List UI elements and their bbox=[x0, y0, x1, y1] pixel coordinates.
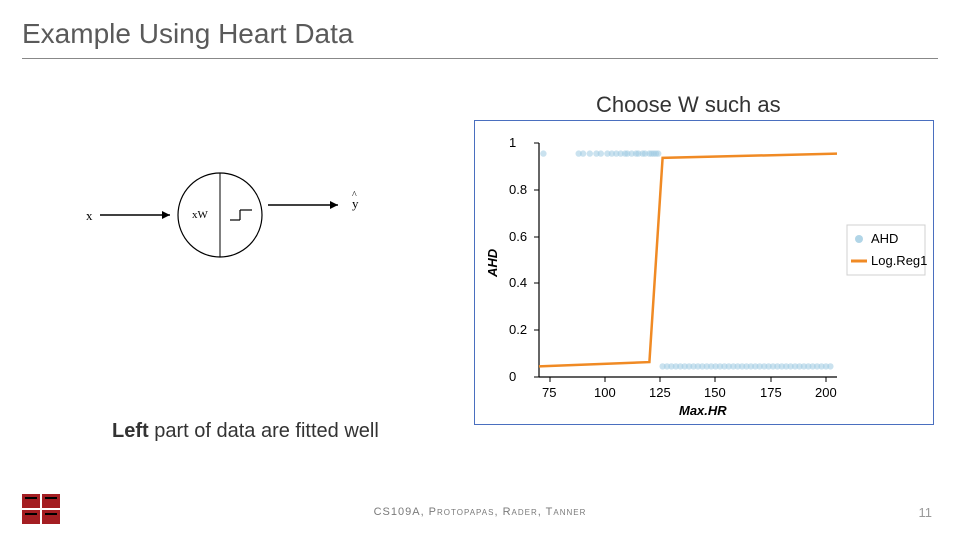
ytick-2: 0.4 bbox=[509, 275, 527, 290]
legend-label-2: Log.Reg1 bbox=[871, 253, 927, 268]
ytick-5: 1 bbox=[509, 135, 516, 150]
plot-highlight-frame: 0 0.2 0.4 0.6 0.8 1 75 100 125 150 175 2… bbox=[474, 120, 934, 425]
xtick-0: 75 bbox=[542, 385, 556, 400]
ytick-1: 0.2 bbox=[509, 322, 527, 337]
page-number: 11 bbox=[919, 505, 933, 520]
xtick-4: 175 bbox=[760, 385, 782, 400]
legend-dot-icon bbox=[855, 235, 863, 243]
legend: AHD Log.Reg1 bbox=[847, 225, 927, 275]
y-axis-label: AHD bbox=[485, 248, 500, 278]
footer-credits: CS109A, Protopapas, Rader, Tanner bbox=[0, 506, 960, 518]
page-title: Example Using Heart Data bbox=[22, 18, 353, 50]
node-label: xW bbox=[192, 209, 209, 221]
title-divider bbox=[22, 58, 938, 59]
arrow-out-head bbox=[330, 201, 338, 209]
legend-label-1: AHD bbox=[871, 231, 898, 246]
instruction-text: Choose W such as bbox=[596, 92, 781, 118]
input-label: x bbox=[86, 208, 93, 223]
y-ticks: 0 0.2 0.4 0.6 0.8 1 bbox=[509, 135, 539, 384]
x-ticks: 75 100 125 150 175 200 bbox=[542, 377, 837, 400]
scatter-series bbox=[540, 150, 833, 369]
ytick-4: 0.8 bbox=[509, 182, 527, 197]
xtick-5: 200 bbox=[815, 385, 837, 400]
xtick-2: 125 bbox=[649, 385, 671, 400]
logistic-plot: 0 0.2 0.4 0.6 0.8 1 75 100 125 150 175 2… bbox=[481, 127, 929, 420]
x-axis-label: Max.HR bbox=[679, 403, 727, 418]
slide: Example Using Heart Data Choose W such a… bbox=[0, 0, 960, 540]
logreg-line bbox=[539, 154, 837, 367]
xtick-1: 100 bbox=[594, 385, 616, 400]
output-hat: ^ bbox=[352, 190, 357, 201]
caption-rest: part of data are fitted well bbox=[149, 420, 379, 442]
ytick-3: 0.6 bbox=[509, 229, 527, 244]
caption: Left part of data are fitted well bbox=[112, 420, 379, 443]
arrow-in-head bbox=[162, 211, 170, 219]
caption-bold: Left bbox=[112, 420, 149, 442]
model-diagram: x xW y ^ bbox=[80, 160, 380, 280]
ytick-0: 0 bbox=[509, 369, 516, 384]
plot-area: 0 0.2 0.4 0.6 0.8 1 75 100 125 150 175 2… bbox=[485, 135, 927, 418]
xtick-3: 150 bbox=[704, 385, 726, 400]
